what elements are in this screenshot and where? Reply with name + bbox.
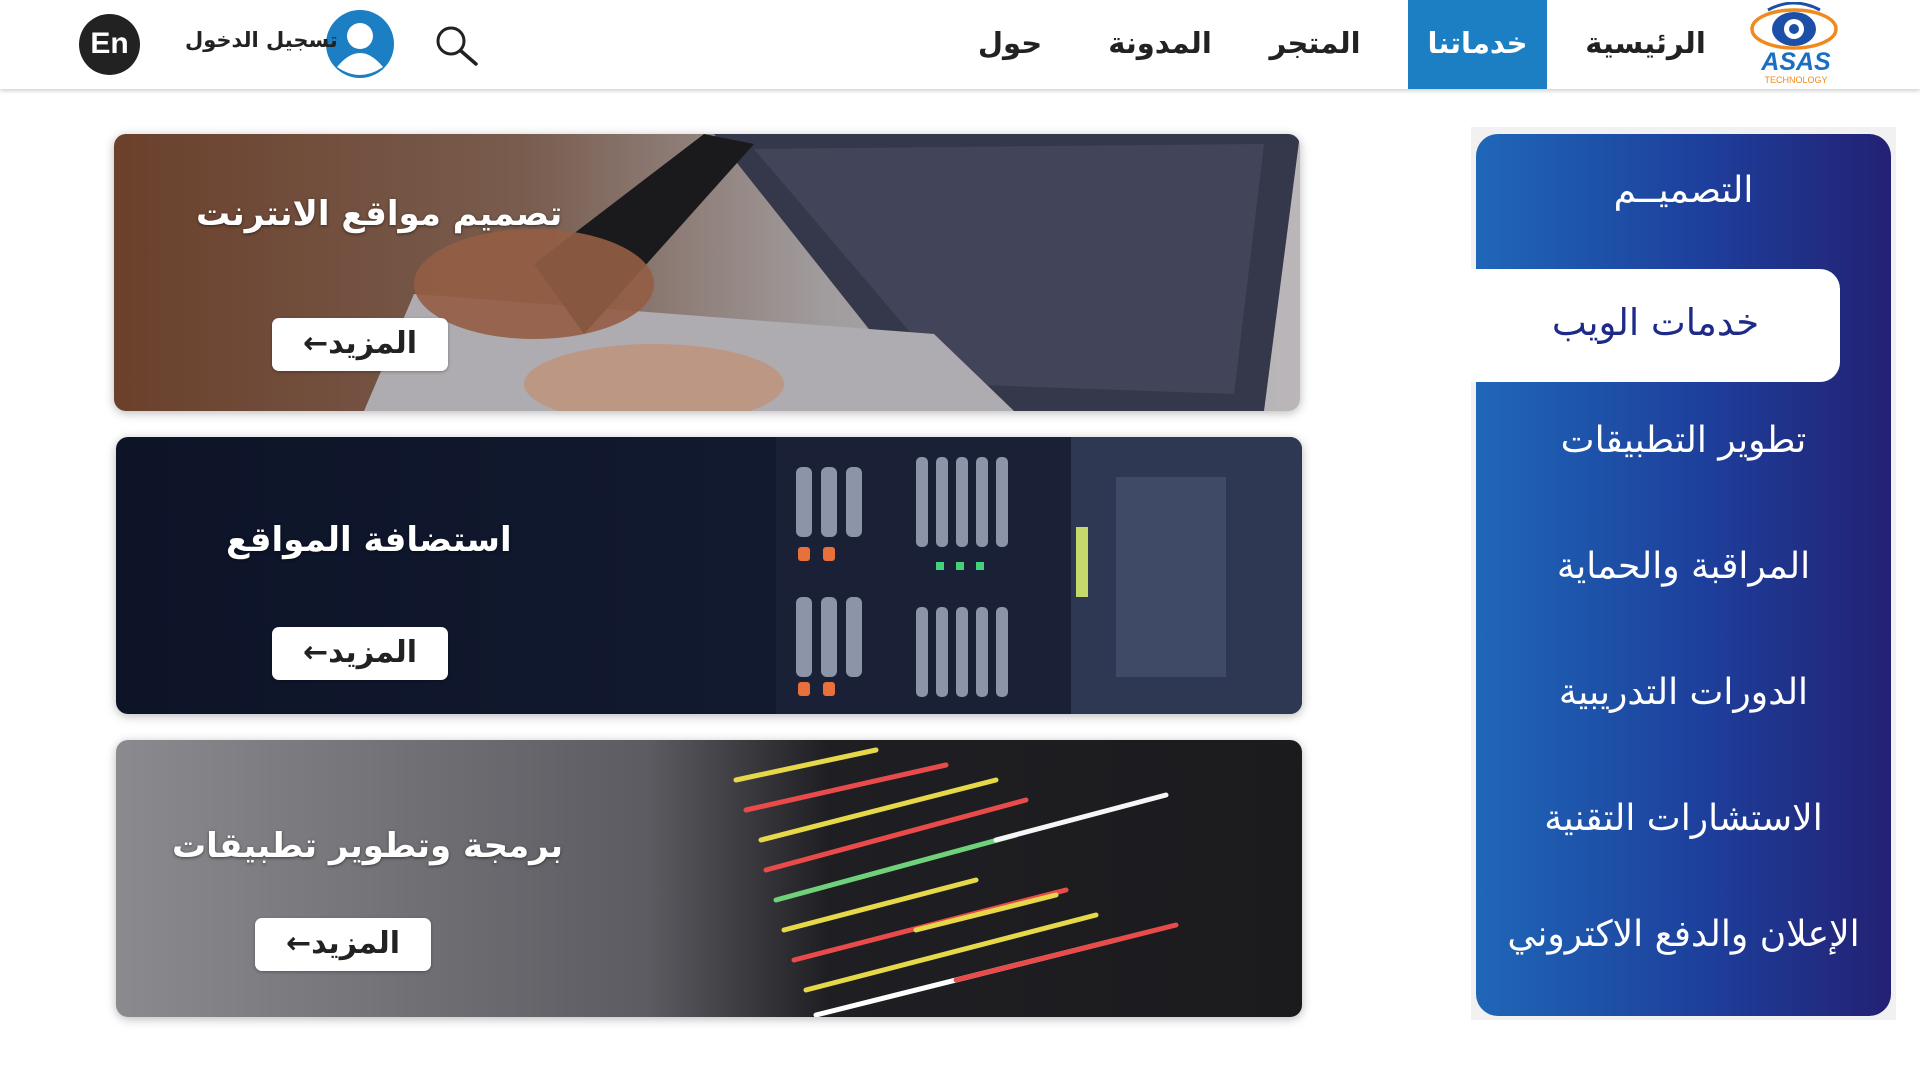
side-menu-item-ads-payment[interactable]: الإعلان والدفع الاكتروني	[1476, 914, 1891, 955]
service-card-app-development[interactable]: برمجة وتطوير تطبيقات المزيد←	[116, 740, 1302, 1017]
nav-services[interactable]: خدماتنا	[1408, 0, 1547, 89]
asas-logo[interactable]: ASAS TECHNOLOGY	[1748, 2, 1844, 88]
nav-blog[interactable]: المدونة	[1095, 0, 1225, 89]
side-menu-item-app-development[interactable]: تطوير التطبيقات	[1476, 420, 1891, 461]
login-link[interactable]: تسجيل الدخول	[185, 28, 338, 52]
service-card-web-design[interactable]: تصميم مواقع الانترنت المزيد←	[114, 134, 1300, 411]
card-title: برمجة وتطوير تطبيقات	[172, 826, 564, 866]
service-card-hosting[interactable]: استضافة المواقع المزيد←	[116, 437, 1302, 714]
card-background-code	[116, 740, 1302, 1017]
more-button[interactable]: المزيد←	[272, 627, 448, 680]
side-menu-item-web-services[interactable]: خدمات الويب	[1471, 269, 1840, 382]
more-button[interactable]: المزيد←	[272, 318, 448, 371]
language-toggle[interactable]: En	[79, 14, 140, 75]
card-title: استضافة المواقع	[226, 520, 512, 560]
search-icon[interactable]	[433, 23, 481, 67]
logo-text: ASAS	[1760, 48, 1831, 76]
side-menu-item-monitoring-security[interactable]: المراقبة والحماية	[1476, 546, 1891, 587]
side-menu-item-training-courses[interactable]: الدورات التدريبية	[1476, 672, 1891, 713]
nav-home[interactable]: الرئيسية	[1573, 0, 1718, 89]
side-menu-item-tech-consulting[interactable]: الاستشارات التقنية	[1476, 798, 1891, 839]
nav-store[interactable]: المتجر	[1250, 0, 1380, 89]
card-title: تصميم مواقع الانترنت	[196, 194, 563, 234]
top-navbar: ASAS TECHNOLOGY الرئيسية خدماتنا المتجر …	[0, 0, 1920, 89]
more-button[interactable]: المزيد←	[255, 918, 431, 971]
logo-subtext: TECHNOLOGY	[1764, 75, 1827, 85]
nav-about[interactable]: حول	[960, 0, 1060, 89]
side-menu-item-design[interactable]: التصميــم	[1476, 170, 1891, 211]
